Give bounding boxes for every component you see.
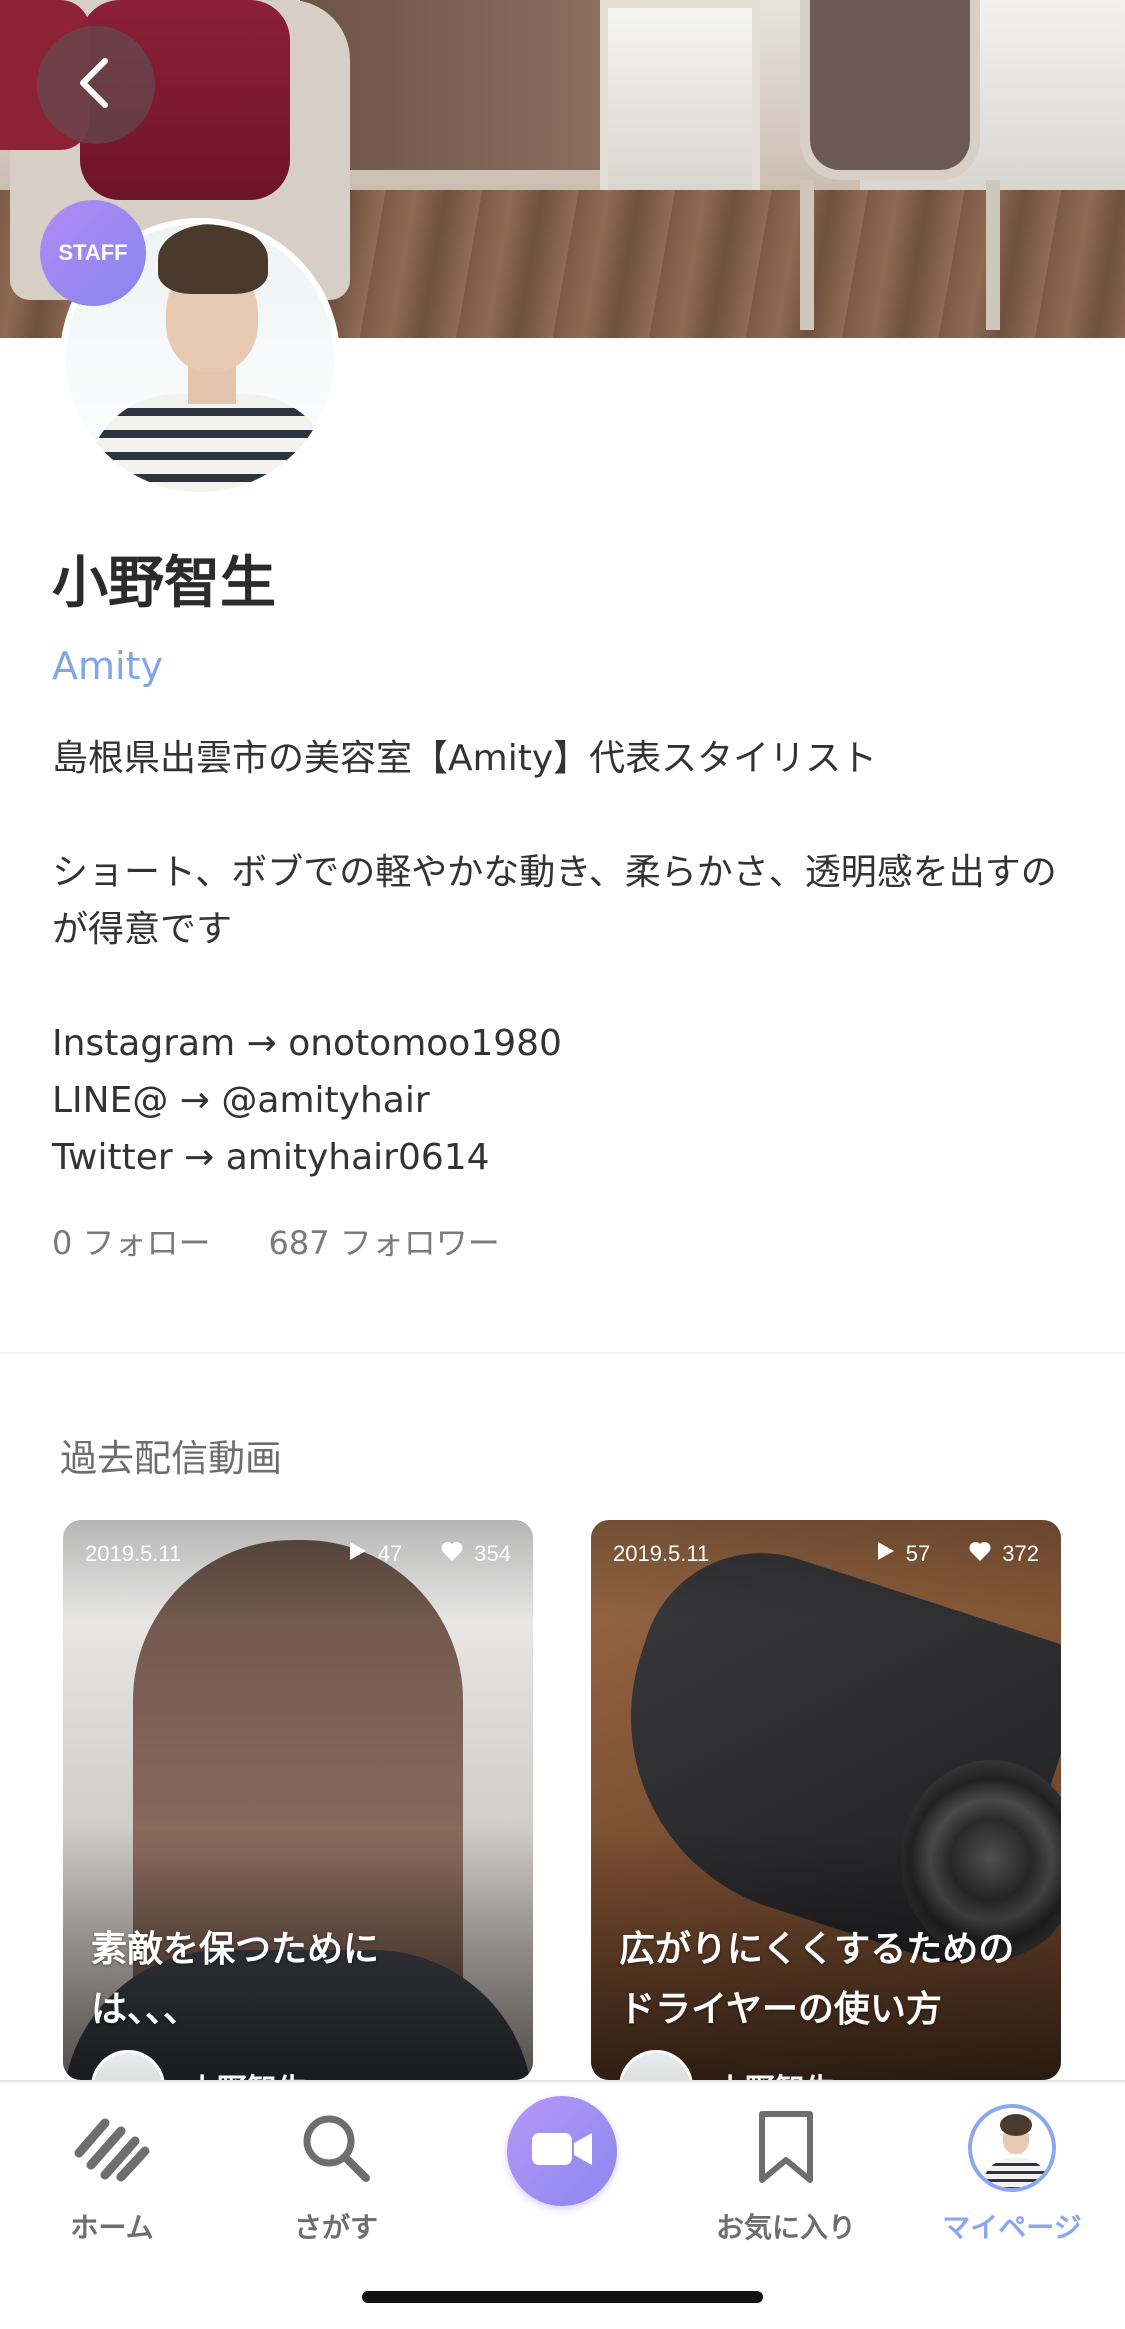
- author-name: 小野智生: [715, 2065, 835, 2080]
- profile-name: 小野智生: [52, 551, 276, 616]
- heart-icon: [440, 1540, 464, 1568]
- staff-badge: STAFF: [40, 200, 146, 306]
- home-logo-icon: [69, 2100, 155, 2196]
- video-title: 素敵を保つために は、、、: [91, 1929, 380, 2030]
- tab-mypage-label: マイページ: [942, 2211, 1082, 2244]
- play-count: 47: [377, 1541, 403, 1566]
- home-indicator: [362, 2291, 763, 2303]
- tab-home-label: ホーム: [70, 2211, 154, 2244]
- author-name: 小野智生: [187, 2065, 307, 2080]
- like-count: 354: [474, 1541, 511, 1566]
- video-date: 2019.5.11: [85, 1541, 182, 1566]
- bookmark-icon: [756, 2100, 816, 2196]
- follow-stats: 0 フォロー 687 フォロワー: [52, 1218, 500, 1264]
- past-videos-title: 過去配信動画: [60, 1437, 282, 1480]
- mypage-avatar: [968, 2104, 1056, 2192]
- profile-bio: 島根県出雲市の美容室【Amity】代表スタイリスト ショート、ボブでの軽やかな動…: [52, 738, 1057, 1178]
- tab-favorites-label: お気に入り: [715, 2211, 856, 2244]
- tab-home[interactable]: ホーム: [12, 2100, 212, 2246]
- following-count[interactable]: 0 フォロー: [52, 1218, 211, 1264]
- tab-search[interactable]: さがす: [236, 2100, 436, 2246]
- video-author: 小野智生: [619, 2050, 835, 2080]
- search-icon: [298, 2100, 374, 2196]
- video-author: 小野智生: [91, 2050, 307, 2080]
- salon-link[interactable]: Amity: [52, 644, 163, 688]
- tab-favorites[interactable]: お気に入り: [686, 2100, 886, 2246]
- play-count: 57: [905, 1541, 931, 1566]
- section-divider: [0, 1352, 1125, 1354]
- back-button[interactable]: [37, 26, 155, 144]
- post-video-button[interactable]: [507, 2096, 617, 2206]
- tab-mypage[interactable]: マイページ: [912, 2100, 1112, 2246]
- tab-search-label: さがす: [293, 2211, 378, 2244]
- video-camera-icon: [530, 2129, 594, 2173]
- video-card[interactable]: 2019.5.11 47 354 素敵を保つために は、、、 小野智生: [63, 1520, 533, 2080]
- followers-count[interactable]: 687 フォロワー: [269, 1218, 500, 1264]
- play-icon: [874, 1540, 896, 1568]
- chevron-left-icon: [71, 53, 121, 117]
- video-card[interactable]: 2019.5.11 57 372 広がりにくくするための ドライヤーの使い方 小…: [591, 1520, 1061, 2080]
- play-icon: [346, 1540, 368, 1568]
- like-count: 372: [1002, 1541, 1039, 1566]
- video-date: 2019.5.11: [613, 1541, 710, 1566]
- author-avatar: [619, 2050, 693, 2080]
- video-title: 広がりにくくするための ドライヤーの使い方: [619, 1929, 1015, 2030]
- author-avatar: [91, 2050, 165, 2080]
- heart-icon: [968, 1540, 992, 1568]
